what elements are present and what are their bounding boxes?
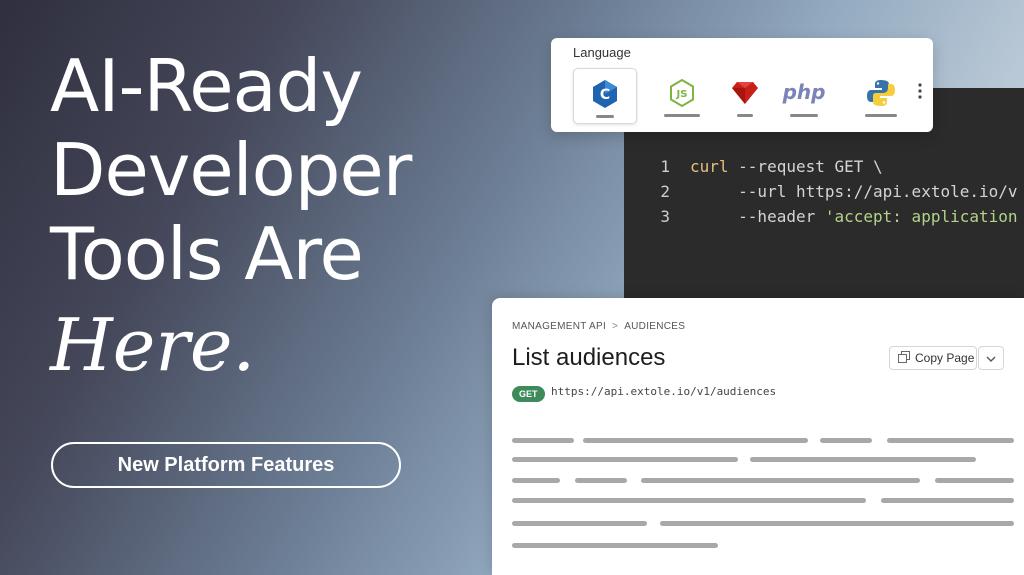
language-underline	[865, 114, 897, 117]
placeholder-line	[575, 478, 627, 483]
language-option-nodejs[interactable]: JS	[651, 68, 713, 122]
language-underline	[790, 114, 818, 117]
code-text: --request GET \	[728, 157, 883, 176]
copy-page-button[interactable]: Copy Page	[889, 346, 977, 370]
placeholder-line	[750, 457, 976, 462]
headline-line-2: Developer	[50, 128, 412, 212]
breadcrumb: MANAGEMENT API > AUDIENCES	[512, 321, 685, 332]
placeholder-line	[512, 457, 738, 462]
c-icon: C	[591, 79, 619, 114]
copy-page-label: Copy Page	[915, 351, 975, 365]
language-underline	[737, 114, 753, 117]
language-underline	[664, 114, 700, 117]
nodejs-icon: JS	[668, 78, 696, 113]
copy-icon	[898, 350, 910, 366]
http-method-badge: GET	[512, 386, 545, 402]
line-number: 3	[660, 207, 670, 226]
php-icon: php	[783, 80, 826, 104]
endpoint-url: https://api.extole.io/v1/audiences	[551, 385, 777, 398]
page-title: List audiences	[512, 344, 666, 371]
placeholder-line	[881, 498, 1014, 503]
python-icon	[866, 78, 896, 113]
code-text: --header	[690, 207, 825, 226]
placeholder-line	[512, 478, 560, 483]
headline-line-1: AI-Ready	[50, 44, 363, 128]
placeholder-line	[820, 438, 872, 443]
code-line: curl --request GET \	[690, 157, 883, 176]
language-picker: Language C JS php	[551, 38, 933, 132]
placeholder-line	[512, 438, 574, 443]
placeholder-line	[583, 438, 808, 443]
chevron-down-icon	[986, 349, 996, 367]
new-platform-features-button[interactable]: New Platform Features	[51, 442, 401, 488]
api-docs-card: MANAGEMENT API > AUDIENCES List audiences …	[492, 298, 1024, 575]
placeholder-line	[512, 543, 718, 548]
code-string: 'accept: application	[824, 207, 1018, 226]
language-option-ruby[interactable]	[714, 68, 776, 122]
breadcrumb-item[interactable]: MANAGEMENT API	[512, 321, 606, 332]
svg-text:JS: JS	[676, 89, 688, 100]
headline-line-3: Tools Are	[50, 212, 364, 296]
hero-headline: AI-Ready Developer Tools Are Here.	[50, 44, 412, 390]
placeholder-line	[512, 521, 647, 526]
line-number: 2	[660, 182, 670, 201]
placeholder-line	[887, 438, 1014, 443]
placeholder-line	[660, 521, 1014, 526]
breadcrumb-item[interactable]: AUDIENCES	[624, 321, 685, 332]
svg-text:C: C	[600, 87, 610, 103]
placeholder-line	[512, 498, 866, 503]
language-option-python[interactable]	[850, 68, 912, 122]
code-keyword: curl	[690, 157, 729, 176]
more-options-icon[interactable]	[916, 82, 924, 105]
language-underline	[596, 115, 614, 118]
placeholder-line	[641, 478, 920, 483]
copy-options-dropdown[interactable]	[978, 346, 1004, 370]
language-title: Language	[573, 45, 631, 60]
php-label: php	[782, 80, 826, 104]
headline-italic: Here.	[50, 303, 256, 387]
placeholder-line	[935, 478, 1014, 483]
code-line: --header 'accept: application	[690, 207, 1018, 226]
code-line: --url https://api.extole.io/v	[690, 182, 1018, 201]
language-option-c[interactable]: C	[573, 68, 637, 124]
line-number: 1	[660, 157, 670, 176]
language-option-php[interactable]: php	[773, 68, 835, 122]
ruby-icon	[731, 78, 759, 111]
chevron-right-icon: >	[612, 321, 619, 332]
